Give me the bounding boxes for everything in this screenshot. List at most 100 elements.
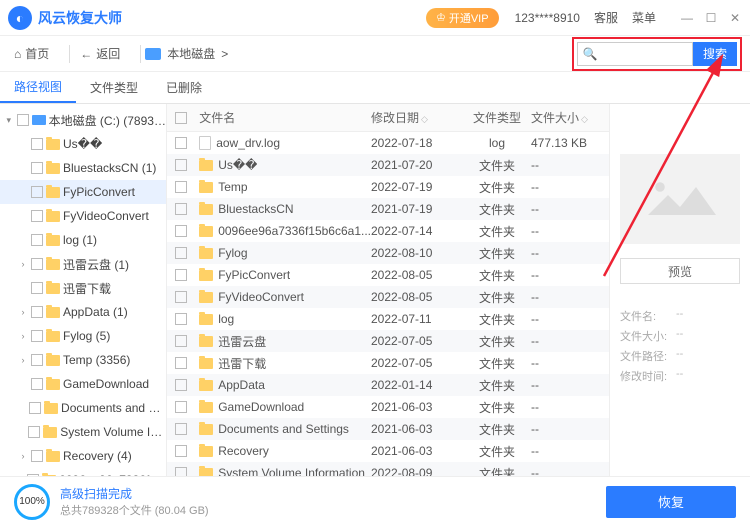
tree-checkbox[interactable] <box>31 306 43 318</box>
tree-checkbox[interactable] <box>31 210 43 222</box>
table-row[interactable]: Fylog2022-08-10文件夹-- <box>167 242 609 264</box>
tree-item[interactable]: FyPicConvert <box>0 180 166 204</box>
table-row[interactable]: 迅雷云盘2022-07-05文件夹-- <box>167 330 609 352</box>
tab-1[interactable]: 文件类型 <box>76 72 152 103</box>
tree-item[interactable]: 0096ee96a7336f15b6c6a1934... <box>0 468 166 476</box>
table-row[interactable]: FyVideoConvert2022-08-05文件夹-- <box>167 286 609 308</box>
col-size[interactable]: 文件大小◇ <box>531 109 609 126</box>
row-checkbox[interactable] <box>175 137 187 149</box>
table-row[interactable]: 迅雷下载2022-07-05文件夹-- <box>167 352 609 374</box>
tree-item[interactable]: ›Recovery (4) <box>0 444 166 468</box>
table-row[interactable]: 0096ee96a7336f15b6c6a1...2022-07-14文件夹-- <box>167 220 609 242</box>
tree-item[interactable]: FyVideoConvert <box>0 204 166 228</box>
row-checkbox[interactable] <box>175 467 187 476</box>
tree-item[interactable]: ▾本地磁盘 (C:) (789328) <box>0 108 166 132</box>
row-checkbox[interactable] <box>175 203 187 215</box>
file-name: aow_drv.log <box>216 136 280 150</box>
tree-checkbox[interactable] <box>31 378 43 390</box>
file-date: 2022-07-18 <box>371 136 463 150</box>
col-date[interactable]: 修改日期◇ <box>371 109 463 126</box>
search-input[interactable] <box>602 43 692 65</box>
col-type[interactable]: 文件类型 <box>463 109 531 126</box>
tree-item[interactable]: 迅雷下载 <box>0 276 166 300</box>
home-button[interactable]: ⌂ 首页 <box>8 42 55 65</box>
table-row[interactable]: GameDownload2021-06-03文件夹-- <box>167 396 609 418</box>
expand-icon[interactable]: ▾ <box>4 115 14 126</box>
recover-button[interactable]: 恢复 <box>606 486 736 518</box>
table-row[interactable]: AppData2022-01-14文件夹-- <box>167 374 609 396</box>
row-checkbox[interactable] <box>175 445 187 457</box>
breadcrumb[interactable]: 本地磁盘 > <box>145 45 228 62</box>
support-link[interactable]: 客服 <box>594 9 618 26</box>
table-row[interactable]: aow_drv.log2022-07-18log477.13 KB <box>167 132 609 154</box>
tree-item[interactable]: ›Temp (3356) <box>0 348 166 372</box>
tree-checkbox[interactable] <box>28 426 40 438</box>
table-row[interactable]: log2022-07-11文件夹-- <box>167 308 609 330</box>
file-type: 文件夹 <box>463 201 531 218</box>
tree-item[interactable]: ›Fylog (5) <box>0 324 166 348</box>
tree-item[interactable]: ›迅雷云盘 (1) <box>0 252 166 276</box>
col-name[interactable]: 文件名 <box>195 109 371 126</box>
tree-checkbox[interactable] <box>31 330 43 342</box>
minimize-button[interactable]: ― <box>680 11 694 25</box>
tree-item[interactable]: Us�� <box>0 132 166 156</box>
tree-checkbox[interactable] <box>31 138 43 150</box>
row-checkbox[interactable] <box>175 423 187 435</box>
select-all-checkbox[interactable] <box>175 112 187 124</box>
preview-button[interactable]: 预览 <box>620 258 740 284</box>
row-checkbox[interactable] <box>175 291 187 303</box>
tree-checkbox[interactable] <box>31 162 43 174</box>
tree-item[interactable]: GameDownload <box>0 372 166 396</box>
tree-checkbox[interactable] <box>31 282 43 294</box>
folder-icon <box>199 204 213 215</box>
row-checkbox[interactable] <box>175 181 187 193</box>
row-checkbox[interactable] <box>175 225 187 237</box>
search-button[interactable]: 搜索 <box>693 42 737 66</box>
tree-item[interactable]: Documents and Settings <box>0 396 166 420</box>
row-checkbox[interactable] <box>175 159 187 171</box>
row-checkbox[interactable] <box>175 269 187 281</box>
file-date: 2021-06-03 <box>371 422 463 436</box>
expand-icon[interactable]: › <box>18 307 28 317</box>
table-row[interactable]: BluestacksCN2021-07-19文件夹-- <box>167 198 609 220</box>
folder-icon <box>199 468 213 477</box>
table-row[interactable]: FyPicConvert2022-08-05文件夹-- <box>167 264 609 286</box>
account-label[interactable]: 123****8910 <box>515 11 580 25</box>
row-checkbox[interactable] <box>175 247 187 259</box>
expand-icon[interactable]: › <box>18 331 28 341</box>
tree-checkbox[interactable] <box>31 234 43 246</box>
expand-icon[interactable]: › <box>18 451 28 461</box>
table-row[interactable]: System Volume Information2022-08-09文件夹-- <box>167 462 609 476</box>
tree-checkbox[interactable] <box>31 450 43 462</box>
row-checkbox[interactable] <box>175 357 187 369</box>
row-checkbox[interactable] <box>175 379 187 391</box>
row-checkbox[interactable] <box>175 401 187 413</box>
tree-checkbox[interactable] <box>31 258 43 270</box>
menu-link[interactable]: 菜单 <box>632 9 656 26</box>
row-checkbox[interactable] <box>175 313 187 325</box>
tree-checkbox[interactable] <box>29 402 41 414</box>
tree-checkbox[interactable] <box>17 114 29 126</box>
tree-checkbox[interactable] <box>27 474 39 476</box>
tree-item[interactable]: ›AppData (1) <box>0 300 166 324</box>
table-row[interactable]: Temp2022-07-19文件夹-- <box>167 176 609 198</box>
tree-item[interactable]: System Volume Information <box>0 420 166 444</box>
expand-icon[interactable]: › <box>18 259 28 269</box>
row-checkbox[interactable] <box>175 335 187 347</box>
tab-2[interactable]: 已删除 <box>152 72 216 103</box>
tree-item[interactable]: BluestacksCN (1) <box>0 156 166 180</box>
tab-0[interactable]: 路径视图 <box>0 72 76 103</box>
vip-button[interactable]: ♔ 开通VIP <box>426 8 499 28</box>
back-button[interactable]: ← 返回 <box>74 42 126 65</box>
file-size: 477.13 KB <box>531 136 609 150</box>
close-button[interactable]: ✕ <box>728 11 742 25</box>
expand-icon[interactable]: › <box>18 355 28 365</box>
table-row[interactable]: Recovery2021-06-03文件夹-- <box>167 440 609 462</box>
table-row[interactable]: Documents and Settings2021-06-03文件夹-- <box>167 418 609 440</box>
tree-checkbox[interactable] <box>31 354 43 366</box>
table-row[interactable]: Us��2021-07-20文件夹-- <box>167 154 609 176</box>
folder-icon <box>46 379 60 390</box>
tree-item[interactable]: log (1) <box>0 228 166 252</box>
tree-checkbox[interactable] <box>31 186 43 198</box>
maximize-button[interactable]: ☐ <box>704 11 718 25</box>
